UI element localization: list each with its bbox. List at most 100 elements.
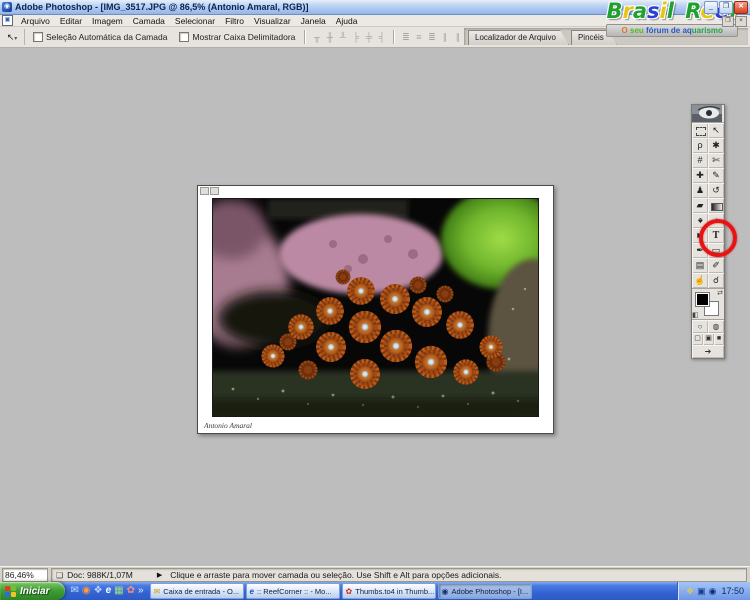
align-left-icon[interactable]: ╞ [349,32,362,42]
hint-arrow-icon: ▶ [157,571,162,579]
brasil-reef-subtitle: O seu fórum de aquarismo [606,24,738,37]
windows-taskbar: Iniciar ✉ ◉ ❖ e ▦ ✿ » ✉ Caixa de entrada… [0,582,750,600]
distribute-left-icon[interactable]: ∥ [438,32,451,43]
menu-janela[interactable]: Janela [296,16,331,26]
move-tool[interactable]: ↖ [708,123,724,138]
bounding-box-checkbox[interactable] [179,32,189,42]
color-swatches: ⇄ ◧ [692,288,724,319]
doc-restore-button[interactable]: ❐ [722,16,734,27]
notes-tool[interactable]: ▤ [692,258,708,273]
windows-flag-icon [5,586,16,597]
document-window-controls: ❐ × [722,16,747,27]
show-desktop-icon[interactable]: ▦ [114,582,123,600]
tray-update-icon[interactable]: ◉ [709,586,717,597]
eyedropper-tool[interactable]: ✐ [708,258,724,273]
healing-brush-tool[interactable]: ✚ [692,168,708,183]
internet-explorer-icon[interactable]: e [106,582,112,600]
standard-screen-button[interactable]: ▢ [692,333,703,345]
crop-tool[interactable]: # [692,153,708,168]
tool-grid: ↖ ρ ✱ # ✄ ✚ ✎ ♟ ↺ ▰ ♠ ◔ ► T ✒ ▭ ▤ ✐ ☝ ☌ [692,123,724,288]
slice-icon: ✄ [712,155,720,165]
hand-icon: ☝ [694,275,705,285]
fullscreen-button[interactable]: ■ [714,333,724,345]
system-tray: ❖ ▣ ◉ 17:50 [677,582,750,600]
blur-icon: ♠ [698,213,703,228]
zoom-tool[interactable]: ☌ [708,273,724,288]
taskbar-button-thumbs[interactable]: ✿ Thumbs.to4 in Thumb... [342,583,436,599]
align-hcenter-icon[interactable]: ╪ [362,32,375,42]
current-tool-icon[interactable]: ↖▾ [0,29,25,45]
swap-colors-icon[interactable]: ⇄ [717,289,723,297]
media-player-icon[interactable]: ◉ [82,582,91,600]
minimize-button[interactable]: _ [704,1,718,14]
menu-camada[interactable]: Camada [128,16,170,26]
history-brush-icon: ↺ [712,185,720,195]
eyedropper-icon: ✐ [712,260,720,270]
magic-wand-tool[interactable]: ✱ [708,138,724,153]
logo-letter: B [606,0,622,23]
menu-editar[interactable]: Editar [55,16,87,26]
jump-to-imageready-button[interactable]: ➔ [692,345,724,358]
align-right-icon[interactable]: ╡ [375,32,388,42]
menu-imagem[interactable]: Imagem [87,16,128,26]
taskbar-button-reefcorner[interactable]: e :: ReefCorner :: - Mo... [246,583,340,599]
close-button[interactable]: ✕ [734,1,748,14]
acdsee-icon[interactable]: ✿ [127,582,135,600]
doc-window-corner-icons [200,187,219,195]
clone-stamp-tool[interactable]: ♟ [692,183,708,198]
outlook-express-icon[interactable]: ✉ [70,582,78,600]
menu-selecionar[interactable]: Selecionar [170,16,220,26]
menu-ajuda[interactable]: Ajuda [331,16,363,26]
gradient-tool[interactable] [708,198,724,213]
taskbar-button-photoshop[interactable]: ◉ Adobe Photoshop - [I... [438,583,532,599]
doc-close-button[interactable]: × [735,16,747,27]
document-window[interactable]: Antonio Amaral [197,185,554,434]
status-bar: 86,46% ❏ Doc: 988K/1,07M ▶ Clique e arra… [0,566,750,583]
slice-tool[interactable]: ✄ [708,153,724,168]
align-bottom-icon[interactable]: ╨ [336,32,349,42]
menu-arquivo[interactable]: Arquivo [16,16,55,26]
menu-filtro[interactable]: Filtro [220,16,249,26]
hand-tool[interactable]: ☝ [692,273,708,288]
default-colors-icon[interactable]: ◧ [692,311,699,319]
taskbar-button-inbox[interactable]: ✉ Caixa de entrada - O... [150,583,244,599]
doc-info-field: ❏ Doc: 988K/1,07M ▶ Clique e arraste par… [51,568,747,582]
quick-launch-overflow-chevron[interactable]: » [138,582,144,600]
rectangular-marquee-tool[interactable] [692,123,708,138]
subtitle-part: O [622,26,630,35]
align-vcenter-icon[interactable]: ╫ [323,32,336,42]
auto-select-checkbox[interactable] [33,32,43,42]
browser-icon: e [250,587,254,596]
restore-button[interactable]: ❐ [719,1,733,14]
align-top-icon[interactable]: ╥ [310,32,323,42]
foreground-color-swatch[interactable] [695,292,710,307]
tray-utility-icon[interactable]: ❖ [686,586,694,597]
start-button[interactable]: Iniciar [0,582,65,600]
distribute-bottom-icon[interactable]: ≣ [425,32,438,43]
msn-messenger-icon[interactable]: ❖ [94,582,103,600]
menu-visualizar[interactable]: Visualizar [249,16,296,26]
taskbar-clock[interactable]: 17:50 [721,586,744,596]
separator [393,30,394,44]
doc-size-value[interactable]: Doc: 988K/1,07M [67,570,133,580]
distribute-top-icon[interactable]: ≣ [399,32,412,43]
photoshop-eye-logo[interactable] [692,105,724,123]
eraser-tool[interactable]: ▰ [692,198,708,213]
tab-file-browser[interactable]: Localizador de Arquivo [468,30,569,45]
distribute-vcenter-icon[interactable]: ≡ [412,32,425,42]
tray-display-icon[interactable]: ▣ [697,586,706,597]
zoom-level-field[interactable]: 86,46% [2,568,48,582]
standard-mode-button[interactable]: ○ [692,320,708,333]
type-tool-annotation-circle [699,219,737,257]
crop-icon: # [697,155,702,165]
history-brush-tool[interactable]: ↺ [708,183,724,198]
marquee-icon [696,127,706,136]
subtitle-part: seu [630,26,646,35]
coral-photo [212,198,539,417]
brush-tool[interactable]: ✎ [708,168,724,183]
move-icon: ↖ [712,125,720,135]
lasso-tool[interactable]: ρ [692,138,708,153]
distribute-hcenter-icon[interactable]: ∥ [451,32,464,43]
fullscreen-menubar-button[interactable]: ▣ [703,333,714,345]
quick-mask-mode-button[interactable]: ◍ [708,320,724,333]
